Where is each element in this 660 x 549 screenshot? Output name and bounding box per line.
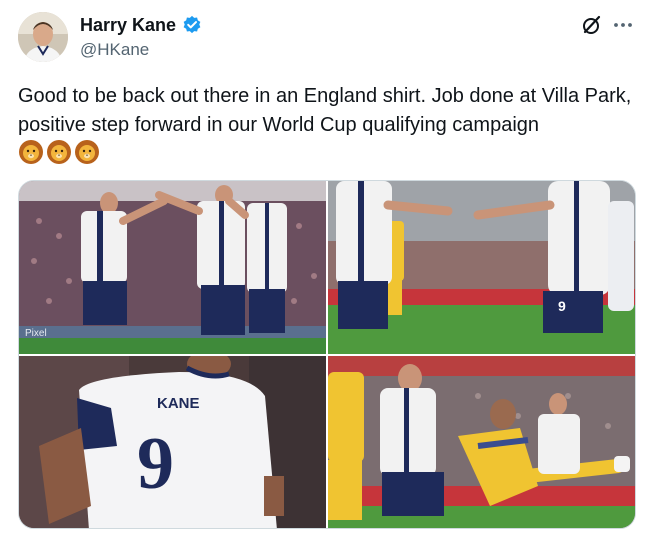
lion-face-emoji-icon	[46, 139, 72, 165]
photo-celebration[interactable]: Pixel	[19, 181, 326, 354]
author-display-name[interactable]: Harry Kane	[80, 15, 176, 36]
tweet-card: Harry Kane @HKane Good to be back out th…	[0, 0, 660, 549]
photo-kane-back[interactable]: KANE 9	[19, 356, 326, 528]
lion-face-emoji-icon	[74, 139, 100, 165]
author-name-row: Harry Kane	[80, 13, 202, 37]
shirt-number: 9	[137, 423, 174, 505]
photo-high-five[interactable]: 9	[328, 181, 635, 354]
verified-badge-icon	[182, 15, 202, 35]
media-grid: Pixel 9 KANE 9	[18, 180, 636, 529]
shirt-name: KANE	[157, 395, 200, 412]
tweet-text: Good to be back out there in an England …	[18, 85, 632, 136]
avatar[interactable]	[18, 12, 68, 62]
banner-text: Pixel	[25, 328, 47, 339]
author-handle[interactable]: @HKane	[80, 40, 149, 60]
photo-tackle[interactable]	[328, 356, 635, 528]
lion-face-emoji-icon	[18, 139, 44, 165]
more-options-icon[interactable]	[612, 14, 634, 36]
shirt-number: 9	[558, 298, 566, 314]
emoji-row	[18, 139, 100, 165]
grok-icon[interactable]	[581, 14, 603, 36]
